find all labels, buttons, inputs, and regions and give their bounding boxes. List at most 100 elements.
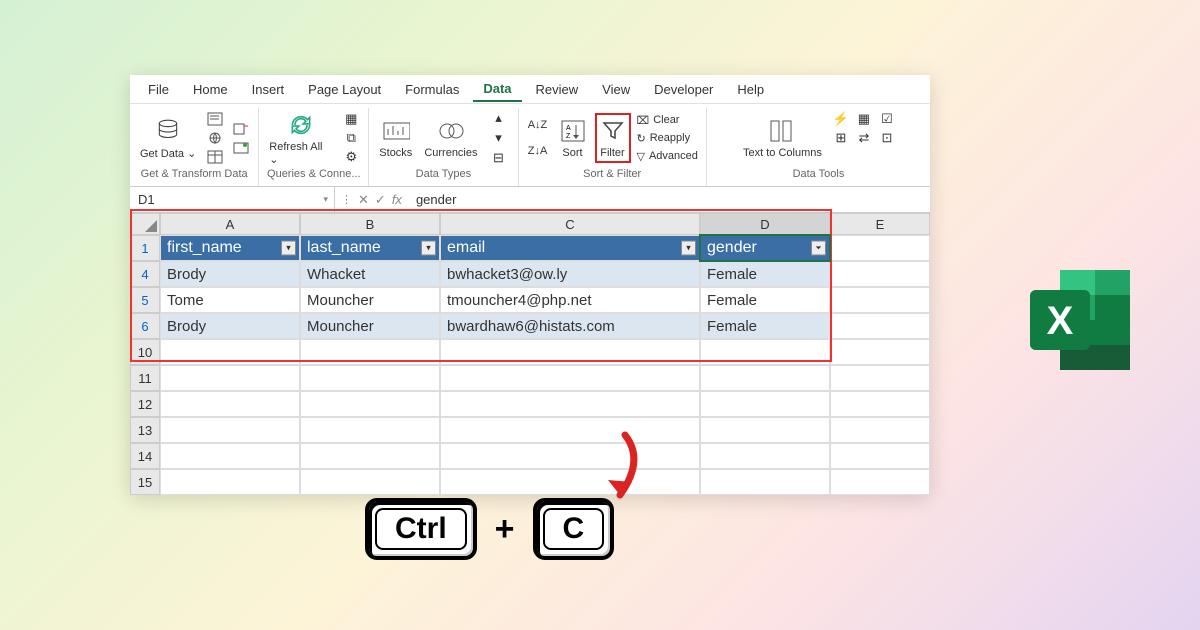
cell-e6[interactable] (830, 313, 930, 339)
cell-d6[interactable]: Female (700, 313, 830, 339)
fx-icon[interactable]: fx (392, 192, 402, 207)
consolidate-icon[interactable]: ⊞ (830, 129, 852, 147)
remove-dup-icon[interactable]: ▦ (853, 110, 875, 128)
cell-d4[interactable]: Female (700, 261, 830, 287)
cell-d10[interactable] (700, 339, 830, 365)
cell-c13[interactable] (440, 417, 700, 443)
tab-developer[interactable]: Developer (644, 78, 723, 101)
filter-button[interactable]: Filter (595, 113, 631, 163)
cell-c4[interactable]: bwhacket3@ow.ly (440, 261, 700, 287)
existing-conn-icon[interactable] (230, 139, 252, 157)
cell-c11[interactable] (440, 365, 700, 391)
properties-icon[interactable]: ⧉ (340, 129, 362, 147)
cell-b13[interactable] (300, 417, 440, 443)
relationships-icon[interactable]: ⇄ (853, 129, 875, 147)
cell-e15[interactable] (830, 469, 930, 495)
row-header-4[interactable]: 4 (130, 261, 160, 287)
row-header-6[interactable]: 6 (130, 313, 160, 339)
select-all-corner[interactable] (130, 213, 160, 235)
cell-b4[interactable]: Whacket (300, 261, 440, 287)
from-table-icon[interactable] (204, 148, 226, 166)
cell-e5[interactable] (830, 287, 930, 313)
manage-model-icon[interactable]: ⊡ (876, 129, 898, 147)
row-header-11[interactable]: 11 (130, 365, 160, 391)
expand-formula-icon[interactable]: ⋮ (341, 193, 352, 206)
cell-d14[interactable] (700, 443, 830, 469)
row-header-15[interactable]: 15 (130, 469, 160, 495)
cell-b10[interactable] (300, 339, 440, 365)
cell-d5[interactable]: Female (700, 287, 830, 313)
cell-b14[interactable] (300, 443, 440, 469)
scroll-up-icon[interactable]: ▴ (488, 109, 510, 127)
expand-icon[interactable]: ⊟ (488, 149, 510, 167)
cell-a10[interactable] (160, 339, 300, 365)
filter-dropdown-icon[interactable] (421, 241, 436, 256)
cancel-icon[interactable]: ✕ (358, 192, 369, 208)
stocks-button[interactable]: Stocks (375, 115, 416, 161)
recent-sources-icon[interactable] (230, 120, 252, 138)
col-header-a[interactable]: A (160, 213, 300, 235)
filter-dropdown-icon[interactable] (681, 241, 696, 256)
cell-a5[interactable]: Tome (160, 287, 300, 313)
cell-c10[interactable] (440, 339, 700, 365)
tab-file[interactable]: File (138, 78, 179, 101)
cell-c15[interactable] (440, 469, 700, 495)
name-box[interactable]: D1 (130, 187, 335, 212)
row-header-12[interactable]: 12 (130, 391, 160, 417)
tab-review[interactable]: Review (526, 78, 589, 101)
cell-a4[interactable]: Brody (160, 261, 300, 287)
formula-input[interactable]: gender (408, 192, 930, 207)
tab-help[interactable]: Help (727, 78, 774, 101)
enter-icon[interactable]: ✓ (375, 192, 386, 208)
text-to-columns-button[interactable]: Text to Columns (739, 115, 826, 161)
cell-d13[interactable] (700, 417, 830, 443)
col-header-b[interactable]: B (300, 213, 440, 235)
cell-c5[interactable]: tmouncher4@php.net (440, 287, 700, 313)
cell-d11[interactable] (700, 365, 830, 391)
tab-insert[interactable]: Insert (242, 78, 295, 101)
cell-e1[interactable] (830, 235, 930, 261)
cell-e14[interactable] (830, 443, 930, 469)
tab-view[interactable]: View (592, 78, 640, 101)
row-header-1[interactable]: 1 (130, 235, 160, 261)
cell-b5[interactable]: Mouncher (300, 287, 440, 313)
flash-fill-icon[interactable]: ⚡ (830, 110, 852, 128)
col-header-d[interactable]: D (700, 213, 830, 235)
cell-a15[interactable] (160, 469, 300, 495)
row-header-10[interactable]: 10 (130, 339, 160, 365)
cell-d15[interactable] (700, 469, 830, 495)
queries-icon[interactable]: ▦ (340, 110, 362, 128)
from-web-icon[interactable] (204, 129, 226, 147)
row-header-14[interactable]: 14 (130, 443, 160, 469)
cell-b15[interactable] (300, 469, 440, 495)
advanced-filter-button[interactable]: ▽Advanced (635, 147, 700, 165)
refresh-all-button[interactable]: Refresh All ⌄ (265, 109, 336, 168)
cell-c1[interactable]: email (440, 235, 700, 261)
cell-e13[interactable] (830, 417, 930, 443)
cell-c14[interactable] (440, 443, 700, 469)
row-header-13[interactable]: 13 (130, 417, 160, 443)
tab-page-layout[interactable]: Page Layout (298, 78, 391, 101)
cell-d12[interactable] (700, 391, 830, 417)
col-header-e[interactable]: E (830, 213, 930, 235)
cell-a6[interactable]: Brody (160, 313, 300, 339)
get-data-button[interactable]: Get Data ⌄ (136, 115, 200, 162)
cell-b1[interactable]: last_name (300, 235, 440, 261)
edit-links-icon[interactable]: ⚙ (340, 148, 362, 166)
cell-c12[interactable] (440, 391, 700, 417)
cell-e12[interactable] (830, 391, 930, 417)
sort-button[interactable]: AZ Sort (555, 115, 591, 161)
cell-a11[interactable] (160, 365, 300, 391)
cell-a13[interactable] (160, 417, 300, 443)
currencies-button[interactable]: Currencies (420, 115, 481, 161)
clear-filter-button[interactable]: ⌧Clear (635, 111, 700, 129)
cell-e4[interactable] (830, 261, 930, 287)
cell-d1[interactable]: gender (700, 235, 830, 261)
cell-a14[interactable] (160, 443, 300, 469)
from-text-icon[interactable] (204, 110, 226, 128)
sort-asc-icon[interactable]: A↓Z (527, 116, 549, 134)
reapply-button[interactable]: ↻Reapply (635, 129, 700, 147)
cell-b11[interactable] (300, 365, 440, 391)
col-header-c[interactable]: C (440, 213, 700, 235)
cell-b12[interactable] (300, 391, 440, 417)
